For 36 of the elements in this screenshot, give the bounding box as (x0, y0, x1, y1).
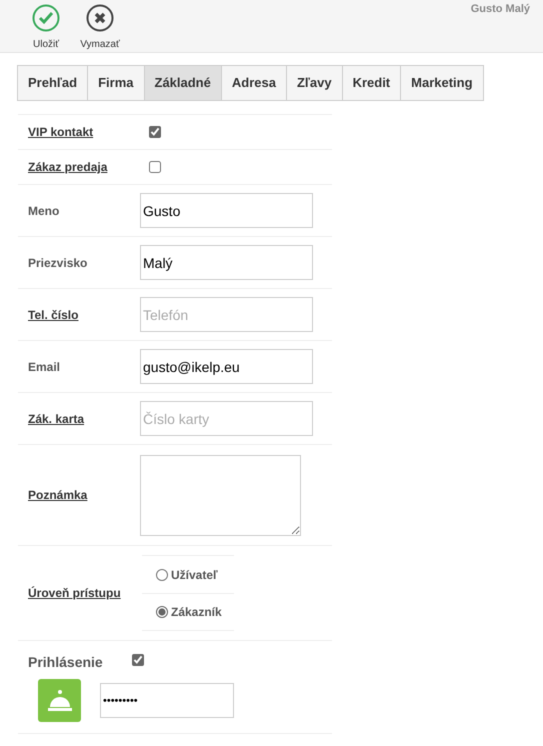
delete-button[interactable]: Vymazať (74, 4, 126, 52)
input-field[interactable]: gusto@ikelp.eu (140, 349, 313, 384)
close-icon (86, 4, 114, 32)
field-label-link[interactable]: Zákaz predaja (28, 158, 140, 176)
tab[interactable]: Firma (87, 65, 144, 101)
tab[interactable]: Marketing (400, 65, 484, 101)
field-label-link[interactable]: Úroveň prístupu (28, 584, 140, 602)
option-label: Zákazník (171, 604, 222, 621)
field-label: Prihlásenie (28, 653, 103, 672)
input-field[interactable]: Číslo karty (140, 401, 313, 436)
checkbox[interactable] (149, 126, 161, 138)
input-field[interactable]: Gusto (140, 193, 313, 228)
tab[interactable]: Základné (144, 65, 222, 101)
field-label-link[interactable]: Poznámka (28, 486, 140, 504)
field-label: Meno (28, 202, 60, 220)
field-label: Priezvisko (28, 254, 88, 272)
user-name: Gusto Malý (470, 2, 530, 17)
field-label-link[interactable]: Zák. karta (28, 410, 140, 428)
tab[interactable]: Prehľad (17, 65, 88, 101)
tab[interactable]: Zľavy (286, 65, 343, 101)
radio-button[interactable] (156, 568, 168, 580)
option-label: Užívateľ (171, 566, 218, 584)
bell-icon (38, 679, 81, 722)
save-button[interactable]: Uložiť (20, 4, 72, 52)
check-icon (32, 4, 60, 32)
checkbox[interactable] (132, 654, 144, 666)
tab[interactable]: Adresa (220, 65, 287, 101)
field-label-link[interactable]: VIP kontakt (28, 123, 140, 141)
field-label: Email (28, 358, 62, 376)
checkbox[interactable] (149, 161, 161, 173)
password-field[interactable]: ••••••••• (100, 683, 234, 718)
radio-button[interactable] (156, 606, 168, 618)
field-label-link[interactable]: Tel. číslo (28, 306, 140, 324)
input-field[interactable]: Malý (140, 245, 313, 280)
tab[interactable]: Kredit (342, 65, 402, 101)
input-field[interactable]: Telefón (140, 297, 313, 332)
